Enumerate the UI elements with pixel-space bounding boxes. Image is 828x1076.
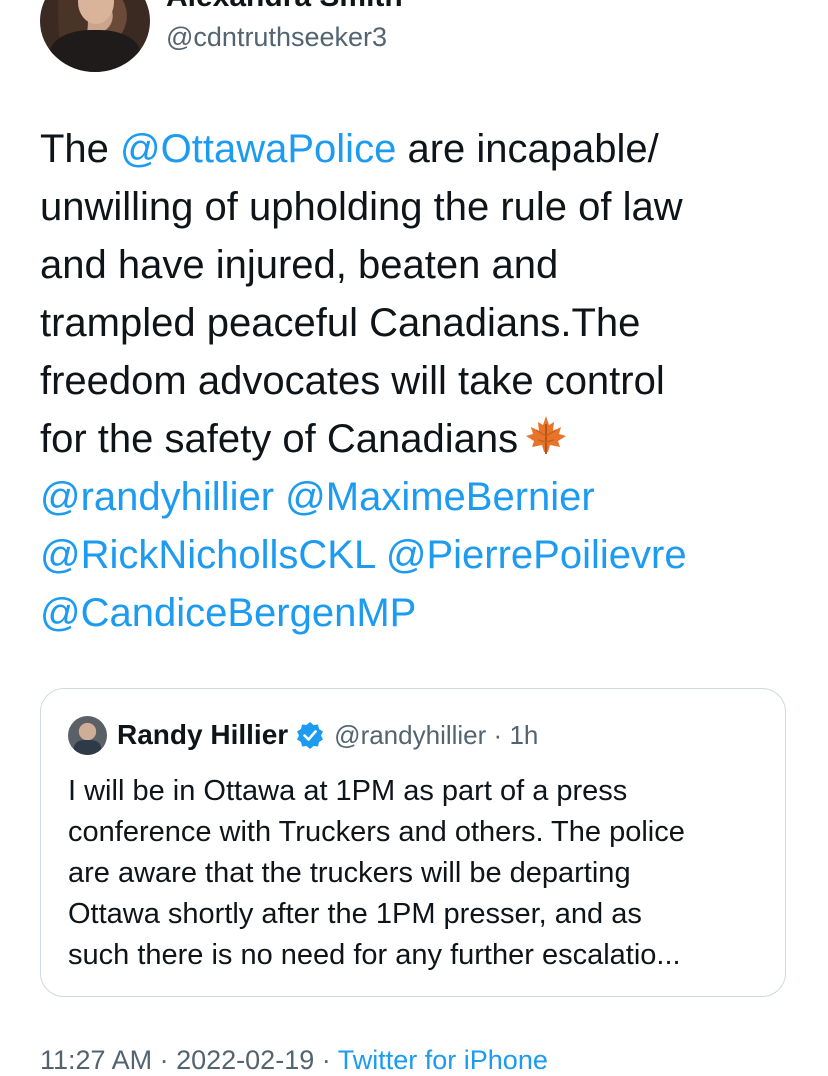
quoted-tweet-line: conference with Truckers and others. The…: [68, 816, 685, 848]
quoted-tweet-header: Randy Hillier @randyhillier · 1h: [117, 719, 538, 751]
separator-dot: ·: [321, 1045, 331, 1075]
tweet-line: freedom advocates will take control: [40, 359, 665, 403]
avatar-shoulders: [50, 30, 140, 72]
tweet-line: and have injured, beaten and: [40, 243, 559, 287]
tweet-line: trampled peaceful Canadians.The: [40, 301, 641, 345]
author-handle[interactable]: @cdntruthseeker3: [166, 22, 387, 53]
maple-leaf-icon: [524, 414, 568, 458]
quoted-handle-text: @randyhillier: [334, 719, 487, 750]
quoted-tweet-line: are aware that the truckers will be depa…: [68, 857, 631, 889]
tweet-line: for the safety of Canadians: [40, 410, 800, 468]
tweet-text-segment: are incapable/: [396, 127, 659, 171]
verified-badge-icon: [297, 722, 324, 749]
tweet-text-segment: The: [40, 127, 121, 171]
quoted-author-avatar: [68, 716, 107, 755]
tweet-date[interactable]: 2022-02-19: [176, 1045, 314, 1075]
quoted-author-handle: @randyhillier · 1h: [334, 720, 538, 751]
mention-link-ottawapolice[interactable]: @OttawaPolice: [120, 127, 396, 171]
tweet-line: The @OttawaPolice are incapable/: [40, 120, 800, 178]
tweet-line: @RickNichollsCKL @PierrePoilievre: [40, 526, 800, 584]
quoted-tweet-text: I will be in Ottawa at 1PM as part of a …: [68, 771, 768, 976]
quoted-tweet-line: such there is no need for any further es…: [68, 939, 681, 971]
avatar-shirt: [74, 740, 101, 755]
mention-link-pierrepoilievre[interactable]: @PierrePoilievre: [386, 533, 687, 577]
separator-dot: ·: [493, 719, 503, 750]
quoted-tweet-line: Ottawa shortly after the 1PM presser, an…: [68, 898, 642, 930]
mention-link-candicebergenmp[interactable]: @CandiceBergenMP: [40, 591, 416, 635]
tweet-text-segment: for the safety of Canadians: [40, 417, 519, 461]
tweet-metadata: 11:27 AM · 2022-02-19 · Twitter for iPho…: [40, 1045, 548, 1076]
quoted-tweet-card[interactable]: Randy Hillier @randyhillier · 1h I will …: [40, 688, 786, 997]
tweet-time[interactable]: 11:27 AM: [40, 1045, 152, 1075]
tweet-line: @CandiceBergenMP: [40, 584, 800, 642]
tweet-text: The @OttawaPolice are incapable/ unwilli…: [40, 120, 800, 642]
quoted-author-name: Randy Hillier: [117, 719, 289, 750]
quoted-tweet-time: 1h: [509, 719, 539, 750]
author-avatar[interactable]: [40, 0, 150, 72]
mention-link-ricknichollsckl[interactable]: @RickNichollsCKL: [40, 533, 375, 577]
tweet-line: unwilling of upholding the rule of law: [40, 185, 683, 229]
mention-link-randyhillier[interactable]: @randyhillier: [40, 475, 274, 519]
mention-link-maximebernier[interactable]: @MaximeBernier: [285, 475, 595, 519]
author-display-name[interactable]: Alexandra Smith: [166, 0, 403, 14]
tweet-line: @randyhillier @MaximeBernier: [40, 468, 800, 526]
quoted-tweet-line: I will be in Ottawa at 1PM as part of a …: [68, 775, 628, 807]
tweet-source-link[interactable]: Twitter for iPhone: [338, 1045, 548, 1075]
separator-dot: ·: [159, 1045, 169, 1075]
